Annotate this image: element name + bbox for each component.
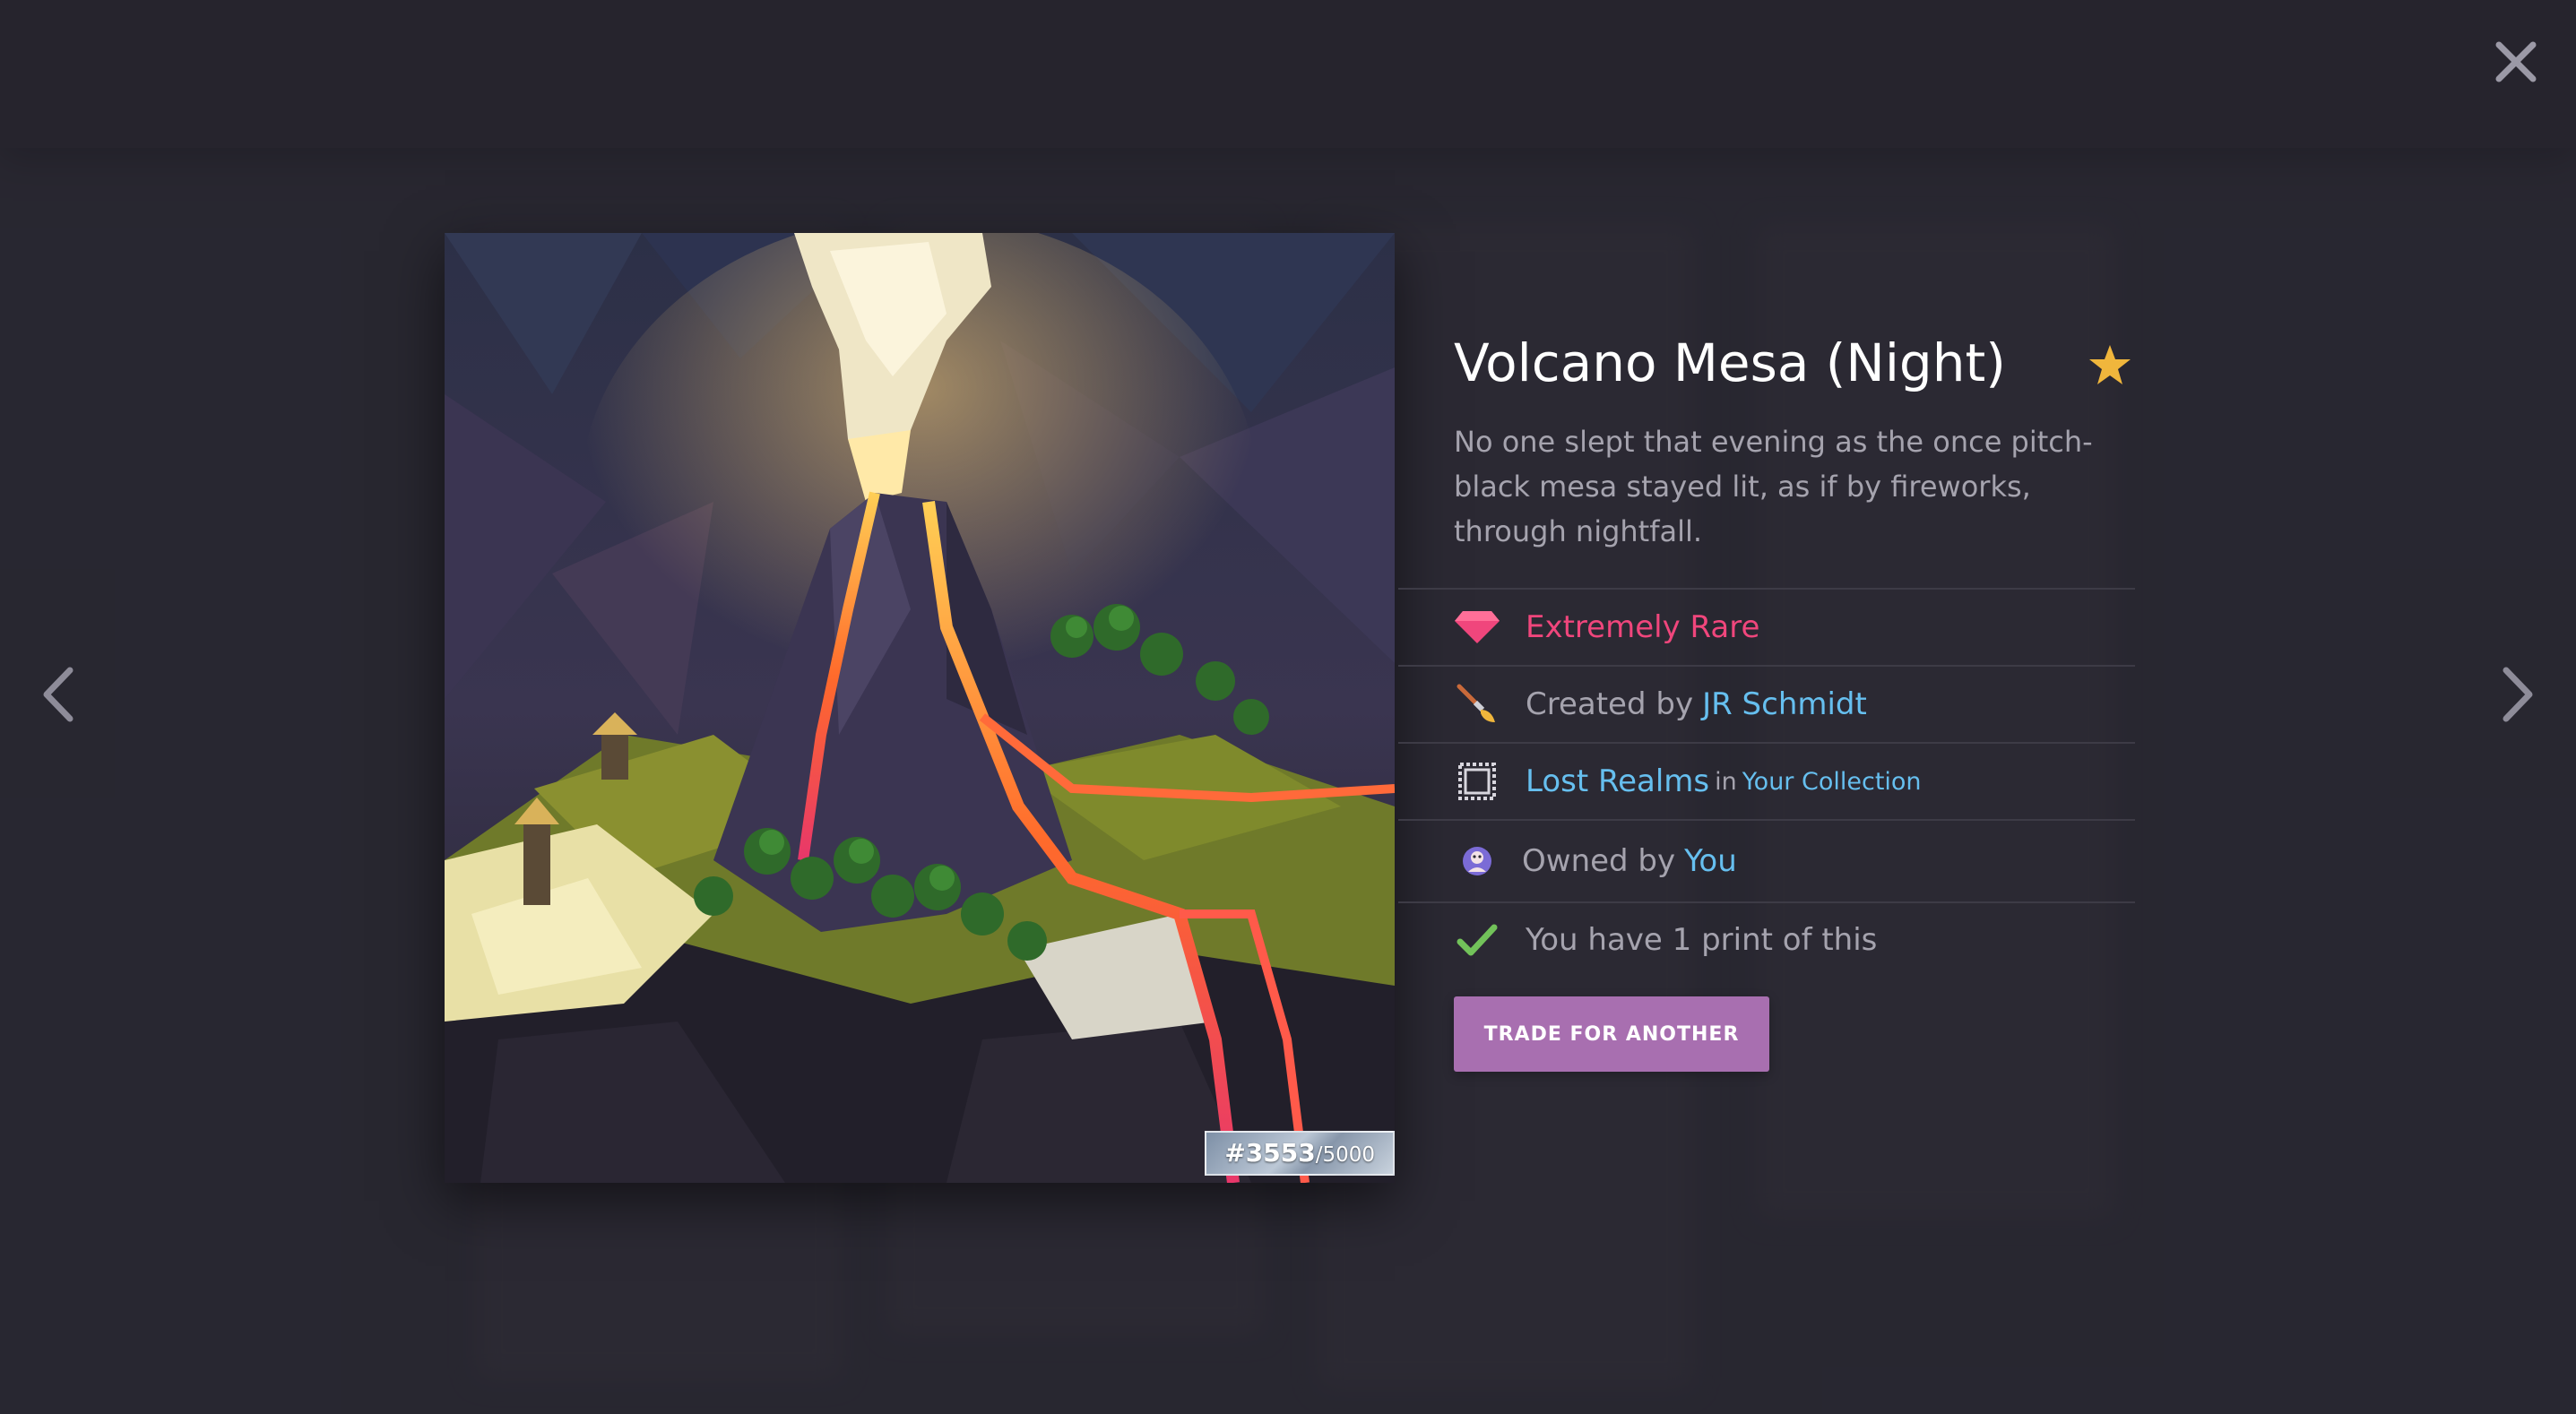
checkmark-icon bbox=[1454, 917, 1500, 963]
serial-badge: #3553/5000 bbox=[1205, 1131, 1395, 1176]
title-row: Volcano Mesa (Night) bbox=[1398, 323, 2135, 403]
card-artwork: #3553/5000 bbox=[445, 233, 1395, 1183]
chevron-left-icon bbox=[43, 667, 73, 722]
rarity-row: Extremely Rare bbox=[1398, 588, 2135, 665]
created-by-prefix: Created by bbox=[1526, 686, 1694, 722]
creator-row: Created by JR Schmidt bbox=[1398, 665, 2135, 742]
collection-row: Lost Realms in Your Collection bbox=[1398, 742, 2135, 819]
close-button[interactable] bbox=[2490, 36, 2542, 88]
rarity-label: Extremely Rare bbox=[1526, 609, 1760, 645]
close-icon bbox=[2495, 41, 2537, 82]
gem-icon bbox=[1454, 604, 1500, 651]
serial-number: #3553 bbox=[1224, 1138, 1316, 1168]
star-icon bbox=[2089, 345, 2131, 384]
your-collection-link[interactable]: Your Collection bbox=[1742, 768, 1922, 796]
collection-link[interactable]: Lost Realms bbox=[1526, 763, 1709, 799]
avatar-icon bbox=[1454, 838, 1500, 884]
prints-owned-text: You have 1 print of this bbox=[1526, 922, 1878, 958]
paintbrush-icon bbox=[1454, 681, 1500, 728]
card-title: Volcano Mesa (Night) bbox=[1454, 332, 2006, 393]
previous-button[interactable] bbox=[34, 663, 88, 726]
collection-in-word: in bbox=[1715, 767, 1737, 796]
owner-link[interactable]: You bbox=[1684, 843, 1737, 879]
owned-by-prefix: Owned by bbox=[1522, 843, 1676, 879]
volcano-illustration bbox=[445, 233, 1395, 1183]
next-button[interactable] bbox=[2488, 663, 2542, 726]
stamp-frame-icon bbox=[1454, 758, 1500, 805]
favorite-button[interactable] bbox=[2087, 342, 2133, 389]
prints-row: You have 1 print of this bbox=[1398, 901, 2135, 977]
chevron-right-icon bbox=[2503, 667, 2533, 722]
trade-for-another-button[interactable]: TRADE FOR ANOTHER bbox=[1454, 996, 1769, 1072]
card-attributes: Extremely Rare Created by JR Schmidt Los… bbox=[1398, 588, 2135, 977]
card-description: No one slept that evening as the once pi… bbox=[1454, 425, 2093, 548]
card-details-panel: Volcano Mesa (Night) No one slept that e… bbox=[1398, 323, 2135, 1072]
serial-total: 5000 bbox=[1322, 1143, 1375, 1167]
owner-row: Owned by You bbox=[1398, 819, 2135, 901]
creator-link[interactable]: JR Schmidt bbox=[1702, 686, 1867, 722]
